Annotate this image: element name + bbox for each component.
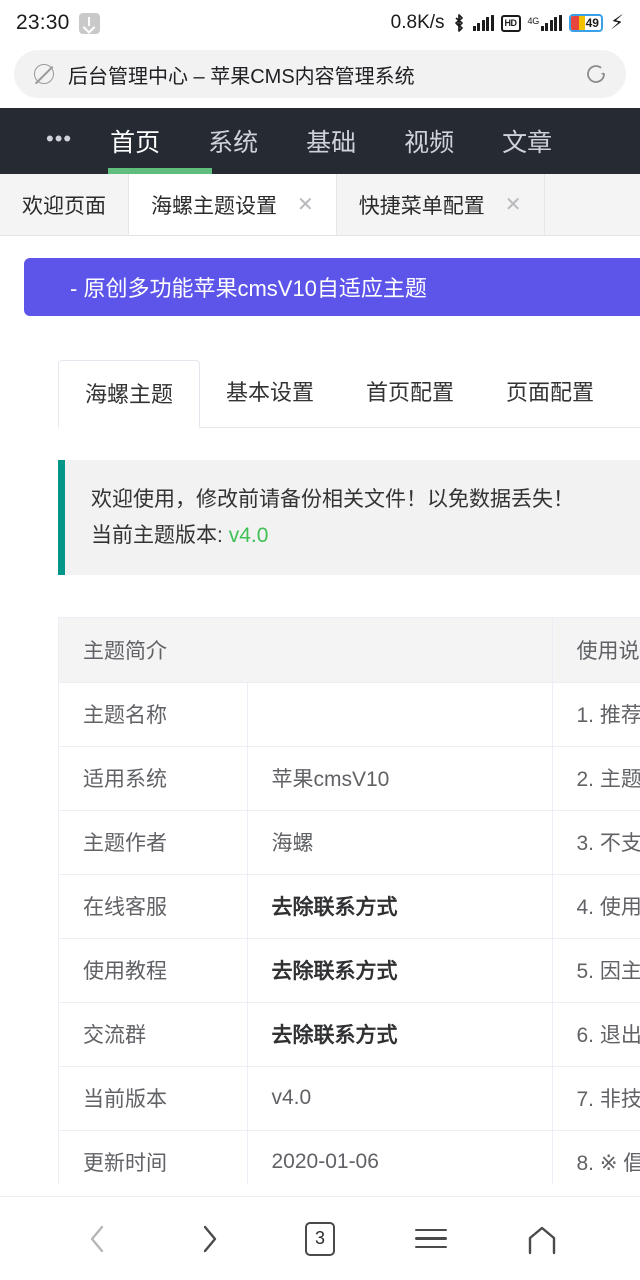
table-row: 主题作者 海螺 3. 不支	[59, 810, 640, 874]
row-label: 交流群	[59, 1002, 247, 1066]
theme-sub-tabs: 海螺主题 基本设置 首页配置 页面配置	[58, 360, 640, 428]
table-row: 使用教程 去除联系方式 5. 因主	[59, 938, 640, 1002]
download-icon	[79, 13, 100, 34]
row-value: 去除联系方式	[247, 874, 552, 938]
page-tab-theme-settings[interactable]: 海螺主题设置 ✕	[129, 174, 337, 235]
tab-basic-settings[interactable]: 基本设置	[200, 359, 340, 427]
theme-hero-text: - 原创多功能苹果cmsV10自适应主题	[70, 271, 427, 303]
network-speed-label: 0.8K/s	[391, 12, 445, 34]
row-label: 适用系统	[59, 746, 247, 810]
page-tab-quick-menu-config[interactable]: 快捷菜单配置 ✕	[337, 174, 545, 235]
row-note: 8. ※ 倡	[552, 1130, 640, 1184]
page-tab-label: 快捷菜单配置	[359, 190, 485, 220]
table-header-intro: 主题简介	[59, 618, 552, 682]
row-note: 2. 主题	[552, 746, 640, 810]
table-row: 在线客服 去除联系方式 4. 使用	[59, 874, 640, 938]
theme-info-table: 主题简介 使用说明 主题名称 1. 推荐 适用系统 苹果cmsV10 2. 主题…	[59, 618, 640, 1184]
tab-count-button[interactable]: 3	[297, 1216, 343, 1262]
battery-fill-yellow	[579, 16, 585, 30]
tab-homepage-config[interactable]: 首页配置	[340, 359, 480, 427]
row-value: 苹果cmsV10	[247, 746, 552, 810]
row-note: 6. 退出	[552, 1002, 640, 1066]
row-value: 去除联系方式	[247, 938, 552, 1002]
table-header-row: 主题简介 使用说明	[59, 618, 640, 682]
table-row: 适用系统 苹果cmsV10 2. 主题	[59, 746, 640, 810]
more-dots-icon[interactable]: •••	[46, 128, 72, 150]
notice-line-2: 当前主题版本: v4.0	[91, 518, 640, 554]
welcome-notice-alert: 欢迎使用，修改前请备份相关文件！以免数据丢失！ 当前主题版本: v4.0	[58, 460, 640, 575]
row-note: 1. 推荐	[552, 682, 640, 746]
close-icon[interactable]: ✕	[297, 195, 314, 215]
no-security-icon	[34, 64, 54, 84]
page-tab-label: 欢迎页面	[22, 190, 106, 220]
row-label: 更新时间	[59, 1130, 247, 1184]
row-value: 去除联系方式	[247, 1002, 552, 1066]
tab-hailuo-theme[interactable]: 海螺主题	[58, 360, 200, 428]
theme-hero-banner: - 原创多功能苹果cmsV10自适应主题	[24, 258, 640, 316]
table-row: 当前版本 v4.0 7. 非技	[59, 1066, 640, 1130]
row-note: 7. 非技	[552, 1066, 640, 1130]
reload-icon[interactable]	[584, 62, 608, 86]
battery-fill-red	[571, 16, 579, 30]
home-icon[interactable]	[519, 1216, 565, 1262]
admin-top-nav: ••• 首页 系统 基础 视频 文章	[0, 108, 640, 174]
nav-active-indicator	[108, 168, 212, 174]
notice-line-1: 欢迎使用，修改前请备份相关文件！以免数据丢失！	[91, 482, 640, 518]
row-label: 使用教程	[59, 938, 247, 1002]
nav-item-article[interactable]: 文章	[502, 123, 552, 159]
row-value: 海螺	[247, 810, 552, 874]
page-title-text[interactable]: 后台管理中心 – 苹果CMS内容管理系统	[68, 60, 584, 89]
row-label: 主题名称	[59, 682, 247, 746]
browser-bottom-bar: 3	[0, 1196, 640, 1280]
hd-icon: HD	[501, 15, 521, 32]
chevron-right-icon[interactable]	[186, 1216, 232, 1262]
nav-item-home[interactable]: 首页	[110, 123, 160, 159]
row-value: v4.0	[247, 1066, 552, 1130]
nav-item-system[interactable]: 系统	[208, 123, 258, 159]
nav-item-video[interactable]: 视频	[404, 123, 454, 159]
row-value	[247, 682, 552, 746]
status-indicators: 0.8K/s HD 4G 49 ⚡	[391, 12, 624, 34]
network-type-label: 4G	[528, 17, 539, 26]
table-row: 交流群 去除联系方式 6. 退出	[59, 1002, 640, 1066]
row-label: 在线客服	[59, 874, 247, 938]
page-tab-label: 海螺主题设置	[151, 190, 277, 220]
page-tab-strip: 欢迎页面 海螺主题设置 ✕ 快捷菜单配置 ✕	[0, 174, 640, 236]
row-label: 当前版本	[59, 1066, 247, 1130]
battery-level-label: 49	[586, 16, 599, 30]
tab-count-label: 3	[305, 1222, 335, 1256]
status-time: 23:30	[16, 11, 70, 35]
tab-page-config[interactable]: 页面配置	[480, 359, 620, 427]
signal-bars-icon	[473, 15, 494, 31]
row-value: 2020-01-06	[247, 1130, 552, 1184]
mobile-data-icon: 4G	[528, 15, 562, 31]
chevron-left-icon[interactable]	[75, 1216, 121, 1262]
bluetooth-icon	[452, 13, 466, 33]
notice-version-label: 当前主题版本:	[91, 524, 223, 547]
row-note: 3. 不支	[552, 810, 640, 874]
table-header-instructions: 使用说明	[552, 618, 640, 682]
hamburger-menu-icon[interactable]	[408, 1216, 454, 1262]
theme-info-table-wrap: 主题简介 使用说明 主题名称 1. 推荐 适用系统 苹果cmsV10 2. 主题…	[58, 617, 640, 1184]
url-bar-container: 后台管理中心 – 苹果CMS内容管理系统	[0, 46, 640, 108]
nav-item-basic[interactable]: 基础	[306, 123, 356, 159]
charging-bolt-icon: ⚡	[610, 13, 624, 33]
battery-icon: 49	[569, 14, 603, 32]
status-bar: 23:30 0.8K/s HD 4G 49 ⚡	[0, 0, 640, 46]
table-row: 主题名称 1. 推荐	[59, 682, 640, 746]
row-label: 主题作者	[59, 810, 247, 874]
table-row: 更新时间 2020-01-06 8. ※ 倡	[59, 1130, 640, 1184]
page-content: - 原创多功能苹果cmsV10自适应主题 海螺主题 基本设置 首页配置 页面配置…	[0, 236, 640, 1184]
address-bar[interactable]: 后台管理中心 – 苹果CMS内容管理系统	[14, 50, 626, 98]
row-note: 4. 使用	[552, 874, 640, 938]
row-note: 5. 因主	[552, 938, 640, 1002]
page-tab-welcome[interactable]: 欢迎页面	[0, 174, 129, 235]
notice-version-value: v4.0	[229, 524, 269, 547]
close-icon[interactable]: ✕	[505, 195, 522, 215]
